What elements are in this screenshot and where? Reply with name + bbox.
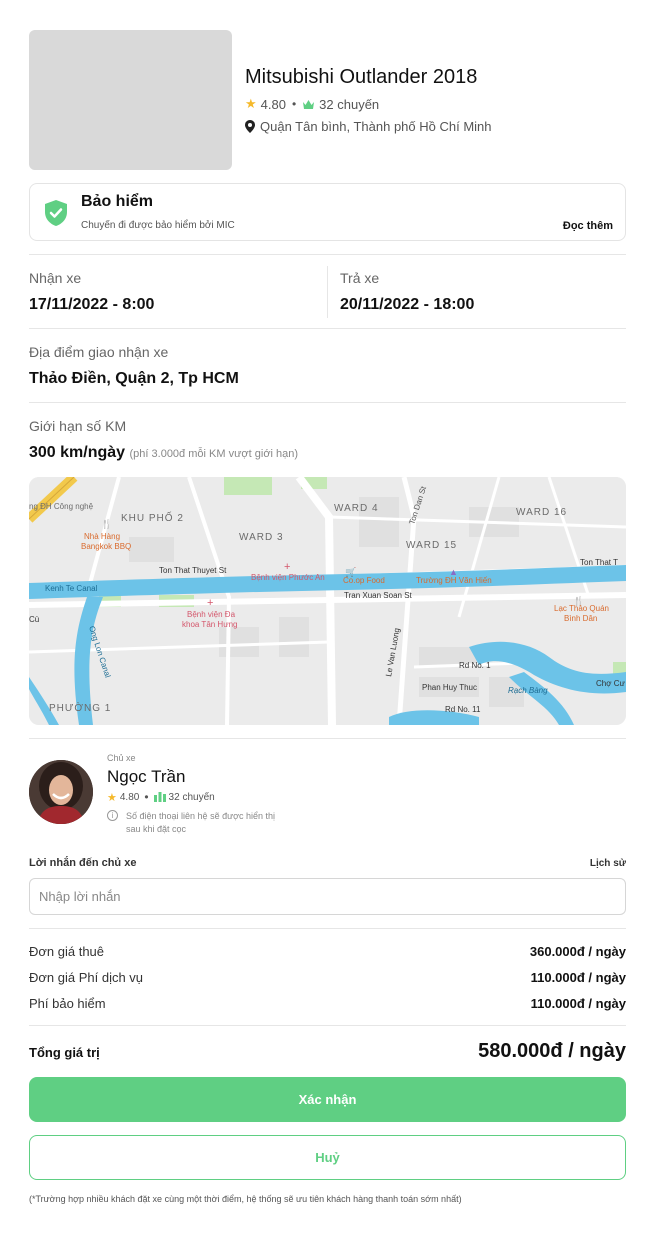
map-canvas[interactable]: 🍴 + + 🛒 ▲ 🍴 ng ĐH Công nghệ KHU PHỐ 2 Nh… — [29, 477, 626, 725]
owner-name: Ngọc Trần — [107, 767, 186, 786]
total-value: 580.000đ / ngày — [478, 1040, 626, 1062]
price-label: Đơn giá Phí dịch vụ — [29, 970, 144, 985]
owner-avatar[interactable] — [29, 760, 93, 824]
price-row-rental: Đơn giá thuê 360.000đ / ngày — [29, 944, 626, 959]
separator-dot: • — [291, 97, 297, 111]
km-limit-label: Giới hạn số KM — [29, 418, 127, 434]
map-label: WARD 4 — [334, 503, 379, 514]
map-label: Trường ĐH Văn Hiến — [416, 576, 492, 585]
car-name: Mitsubishi Outlander 2018 — [245, 66, 478, 88]
map-label: Bệnh viện Phước An — [251, 573, 325, 582]
map-label: Ton That Thuyet St — [159, 566, 227, 575]
price-value: 110.000đ / ngày — [530, 996, 626, 1011]
car-rating: 4.80 — [260, 96, 286, 112]
map-label: Bệnh viện Đa — [187, 610, 236, 619]
car-trips: 32 chuyến — [319, 96, 380, 112]
map-label: Chợ Cư — [596, 679, 625, 688]
owner-phone-note: Số điện thoại liên hệ sẽ được hiển thị s… — [126, 811, 276, 834]
delivery-address[interactable]: Thảo Điền, Quận 2, Tp HCM — [29, 370, 239, 388]
map-label: ng ĐH Công nghệ — [29, 502, 94, 511]
divider — [29, 402, 626, 403]
insurance-title: Bảo hiểm — [81, 193, 154, 210]
map-label: khoa Tân Hưng — [182, 620, 237, 629]
owner-trips: 32 chuyến — [168, 791, 215, 803]
pickup-datetime[interactable]: 17/11/2022 - 8:00 — [29, 296, 154, 314]
map-label: WARD 3 — [239, 532, 284, 543]
divider — [29, 1025, 626, 1026]
car-rating-row: ★ 4.80 • 32 chuyến — [245, 96, 379, 112]
map-label: Rd No. 11 — [445, 705, 481, 714]
map-label: Lạc Thảo Quán — [554, 604, 609, 613]
location-pin-icon — [245, 120, 255, 133]
divider — [29, 928, 626, 929]
owner-role-label: Chủ xe — [107, 753, 136, 763]
map-label: Bangkok BBQ — [81, 542, 131, 551]
vertical-divider — [327, 266, 328, 318]
star-icon: ★ — [245, 96, 257, 111]
trips-icon — [153, 792, 166, 802]
car-image[interactable] — [29, 30, 232, 170]
insurance-subtitle: Chuyến đi được bảo hiểm bởi MIC — [81, 220, 235, 231]
message-label: Lời nhắn đến chủ xe — [29, 857, 137, 869]
divider — [29, 738, 626, 739]
avatar-photo — [29, 760, 93, 824]
map-label: Rd No. 1 — [459, 661, 491, 670]
info-icon: i — [107, 810, 118, 821]
km-limit-row: 300 km/ngày (phí 3.000đ mỗi KM vượt giới… — [29, 444, 298, 462]
km-limit-value: 300 km/ngày — [29, 444, 126, 461]
total-label: Tổng giá trị — [29, 1045, 100, 1060]
map-label: WARD 16 — [516, 507, 567, 518]
map-label: Cù — [29, 615, 39, 624]
insurance-card[interactable]: Bảo hiểm Chuyến đi được bảo hiểm bởi MIC… — [29, 183, 626, 241]
car-location: Quận Tân bình, Thành phố Hồ Chí Minh — [260, 119, 492, 134]
cancel-button[interactable]: Huỷ — [29, 1135, 626, 1180]
separator-dot: • — [144, 790, 149, 804]
map-label: Tran Xuan Soan St — [344, 591, 413, 600]
read-more-link[interactable]: Đọc thêm — [563, 220, 613, 232]
map-label: Co.op Food — [343, 576, 385, 585]
km-limit-note: (phí 3.000đ mỗi KM vượt giới hạn) — [129, 448, 299, 460]
crown-icon — [303, 99, 315, 109]
price-row-service: Đơn giá Phí dịch vụ 110.000đ / ngày — [29, 970, 626, 985]
footnote: (*Trường hợp nhiều khách đặt xe cùng một… — [29, 1194, 462, 1204]
star-icon: ★ — [107, 791, 117, 804]
map-label: KHU PHỐ 2 — [121, 510, 184, 524]
location-map[interactable]: 🍴 + + 🛒 ▲ 🍴 ng ĐH Công nghệ KHU PHỐ 2 Nh… — [29, 477, 626, 725]
return-label: Trả xe — [340, 270, 380, 286]
price-label: Phí bảo hiểm — [29, 996, 106, 1011]
price-value: 360.000đ / ngày — [529, 944, 626, 959]
price-row-insurance: Phí bảo hiểm 110.000đ / ngày — [29, 996, 626, 1011]
shield-check-icon — [45, 200, 67, 226]
map-park — [224, 477, 272, 495]
message-input[interactable] — [29, 878, 626, 915]
return-datetime[interactable]: 20/11/2022 - 18:00 — [340, 296, 474, 314]
owner-rating: 4.80 — [119, 791, 140, 803]
pickup-label: Nhận xe — [29, 270, 82, 286]
owner-rating-row: ★ 4.80 • 32 chuyến — [107, 790, 215, 804]
delivery-label: Địa điểm giao nhận xe — [29, 344, 169, 360]
map-label: Nhà Hàng — [84, 532, 120, 541]
map-label: WARD 15 — [406, 540, 457, 551]
confirm-button[interactable]: Xác nhận — [29, 1077, 626, 1122]
svg-text:+: + — [207, 597, 213, 609]
map-label: Phan Huy Thuc — [422, 683, 477, 692]
map-label: Kenh Te Canal — [45, 584, 98, 593]
message-history-link[interactable]: Lịch sử — [590, 858, 626, 869]
svg-text:+: + — [284, 561, 290, 573]
map-label: Rạch Bàng — [508, 686, 548, 695]
divider — [29, 328, 626, 329]
price-value: 110.000đ / ngày — [530, 970, 626, 985]
map-label: Bình Dân — [564, 614, 597, 623]
price-label: Đơn giá thuê — [29, 944, 105, 959]
car-location-row: Quận Tân bình, Thành phố Hồ Chí Minh — [245, 119, 492, 134]
map-label: Ton That T — [580, 558, 618, 567]
map-label: PHƯỜNG 1 — [49, 701, 111, 714]
svg-text:🍴: 🍴 — [101, 518, 112, 530]
divider — [29, 254, 626, 255]
